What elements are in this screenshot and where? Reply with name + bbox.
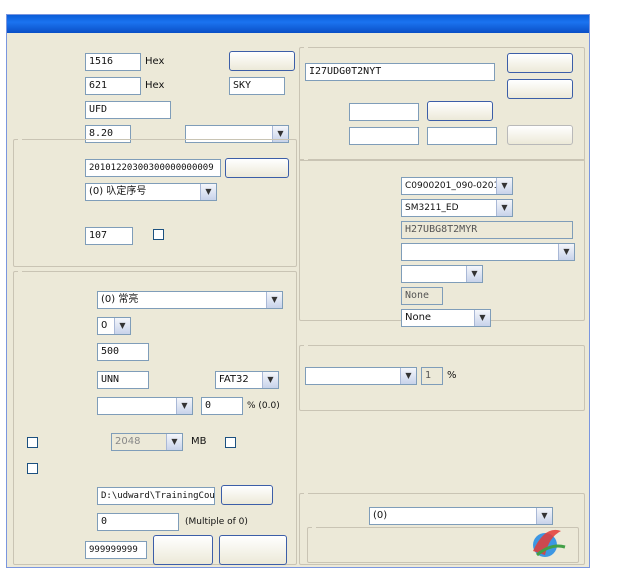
multi-partition-button[interactable] (219, 535, 287, 565)
size-unit: (Multiple of 0) (185, 517, 248, 527)
range-input[interactable]: 500 (97, 343, 149, 361)
vendor-name-input[interactable]: SKY (229, 77, 285, 95)
led-brightness-select-text: 0 (101, 320, 108, 331)
led-mode-select[interactable]: (0) 常亮 ▼ (97, 291, 283, 309)
new-password-confirm-input[interactable] (427, 127, 497, 145)
agent-select[interactable]: C0900201_090-0201 ▼ (401, 177, 513, 195)
clear-count-button[interactable] (153, 535, 213, 565)
chevron-down-icon[interactable]: ▼ (474, 310, 490, 326)
copy-enable-checkbox[interactable] (27, 463, 38, 474)
usb-capacity-select[interactable]: (0) ▼ (369, 507, 553, 525)
chevron-down-icon[interactable]: ▼ (266, 292, 282, 308)
product-code-input[interactable]: 621 (85, 77, 141, 95)
disk-label-input[interactable]: UNN (97, 371, 149, 389)
capacity-unit: MB (191, 436, 207, 447)
chevron-down-icon[interactable]: ▼ (166, 434, 182, 450)
serial-method-select-text: (0) 叺定序号 (89, 186, 147, 197)
ext-interleave-select[interactable]: None ▼ (401, 309, 491, 327)
binary-serial-checkbox[interactable] (153, 229, 164, 240)
password-button[interactable] (427, 101, 493, 121)
led-brightness-select[interactable]: 0 ▼ (97, 317, 131, 335)
new-password-input[interactable] (349, 127, 419, 145)
chevron-down-icon[interactable]: ▼ (400, 368, 416, 384)
vendor-code-hint: Hex (145, 56, 165, 67)
reserve-unit: % (447, 370, 457, 381)
product-code-hint: Hex (145, 80, 165, 91)
chevron-down-icon[interactable]: ▼ (262, 372, 278, 388)
delete-button[interactable] (507, 53, 573, 73)
random-serial-button[interactable] (225, 158, 289, 178)
chevron-down-icon[interactable]: ▼ (496, 200, 512, 216)
flash-model-select[interactable]: ▼ (401, 243, 575, 261)
settings-file-input[interactable]: I27UDG0T2NYT (305, 63, 495, 81)
controller-select-text: SM3211_ED (405, 203, 459, 213)
chevron-down-icon[interactable]: ▼ (558, 244, 574, 260)
modify-password-button[interactable] (507, 125, 573, 145)
password-input[interactable] (349, 103, 419, 121)
vendor-code-input[interactable]: 1516 (85, 53, 141, 71)
size-input[interactable]: 0 (97, 513, 179, 531)
serial-method-select[interactable]: (0) 叺定序号 ▼ (85, 183, 217, 201)
capacity-select-text: 2048 (115, 436, 141, 447)
app-window: 1516 Hex 621 Hex SKY UFD 8.20 ▼ 20101220… (6, 14, 590, 568)
capacity-select[interactable]: 2048 ▼ (111, 433, 183, 451)
product-name-input[interactable]: UFD (85, 101, 171, 119)
flash-logo-icon (533, 529, 566, 557)
channel-select[interactable]: ▼ (401, 265, 483, 283)
chevron-down-icon[interactable]: ▼ (114, 318, 130, 334)
fs-type-select[interactable]: FAT32 ▼ (215, 371, 279, 389)
agent-select-text: C0900201_090-0201 (405, 181, 500, 191)
controller-select[interactable]: SM3211_ED ▼ (401, 199, 513, 217)
interleave-value: None (401, 287, 443, 305)
speed-input[interactable]: 0 (201, 397, 243, 415)
fs-type-select-text: FAT32 (219, 374, 249, 385)
browse-button[interactable] (221, 485, 273, 505)
usb-capacity-select-text: (0) (373, 510, 388, 521)
speed-select[interactable]: ▼ (97, 397, 193, 415)
save-button[interactable] (507, 79, 573, 99)
close-button[interactable] (229, 51, 295, 71)
clear-checkbox[interactable] (225, 437, 236, 448)
chevron-down-icon[interactable]: ▼ (496, 178, 512, 194)
production-line-input[interactable]: 107 (85, 227, 133, 245)
copy-path-input[interactable]: D:\udward\TrainingCourse (97, 487, 215, 505)
chevron-down-icon[interactable]: ▼ (200, 184, 216, 200)
window-title (7, 15, 589, 33)
ext-interleave-select-text: None (405, 312, 432, 323)
speed-unit: % (0.0) (247, 401, 280, 411)
reserve-value[interactable]: 1 (421, 367, 443, 385)
chevron-down-icon[interactable]: ▼ (176, 398, 192, 414)
led-mode-select-text: (0) 常亮 (101, 294, 139, 305)
config-file-value: H27UBG8T2MYR (401, 221, 573, 239)
serial-input[interactable]: 20101220300300000000009 (85, 159, 221, 177)
reserve-mode-select[interactable]: ▼ (305, 367, 417, 385)
fixed-capacity-checkbox[interactable] (27, 437, 38, 448)
max-count-input[interactable]: 999999999 (85, 541, 147, 559)
chevron-down-icon[interactable]: ▼ (466, 266, 482, 282)
